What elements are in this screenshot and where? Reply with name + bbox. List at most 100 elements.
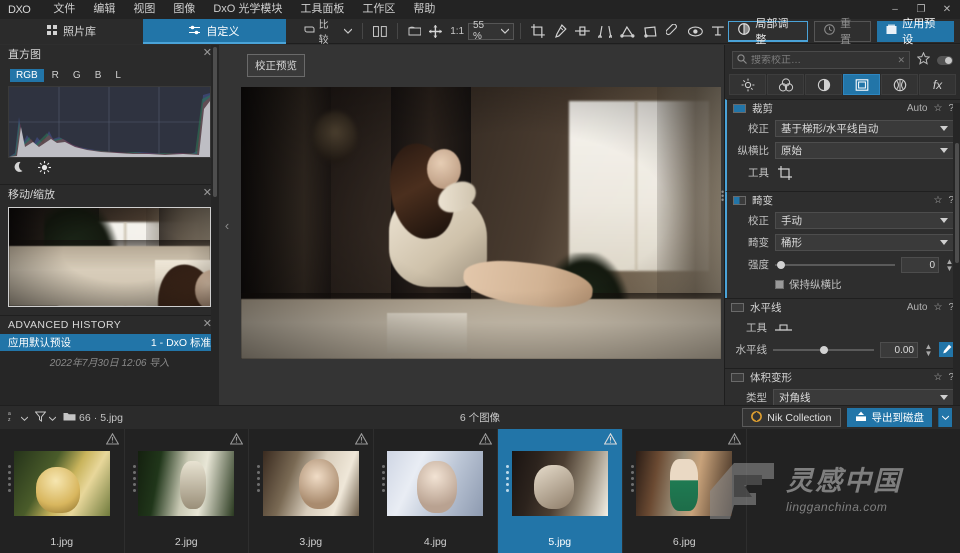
star-icon[interactable]: ☆ [933,302,942,313]
correction-preview-button[interactable]: 校正预览 [247,54,305,77]
sun-icon[interactable] [38,161,51,177]
star-icon[interactable] [916,51,931,68]
nik-collection-button[interactable]: Nik Collection [742,408,841,427]
menu-item-image[interactable]: 图像 [164,0,204,19]
list-item[interactable]: 2.jpg [125,429,249,553]
eye-icon[interactable] [684,22,707,41]
horizon-tool-icon[interactable] [773,320,793,336]
navigator-thumbnail[interactable] [8,207,211,307]
aspect-ratio-select[interactable]: 原始 [775,142,954,159]
sort-control[interactable]: az [8,410,29,425]
horizon-slider[interactable] [773,342,874,358]
star-rating[interactable] [381,465,385,492]
fit-screen-icon[interactable] [404,22,426,41]
list-item[interactable]: 1.jpg [0,429,125,553]
export-to-disk-button[interactable]: 导出到磁盘 [846,408,932,427]
enable-toggle-swatch[interactable] [731,373,744,382]
slider-knob[interactable] [777,260,785,269]
menu-item-file[interactable]: 文件 [44,0,84,19]
auto-label[interactable]: Auto [907,302,928,313]
category-light[interactable] [729,74,766,95]
menu-item-help[interactable]: 帮助 [404,0,444,19]
category-effects[interactable]: fx [919,74,956,95]
category-color[interactable] [767,74,804,95]
field-keep-aspect[interactable]: 保持纵横比 [733,277,954,292]
stepper-icon[interactable]: ▲ ▼ [924,342,933,357]
list-item[interactable]: 3.jpg [249,429,374,553]
list-item[interactable]: 4.jpg [374,429,498,553]
enable-toggle-swatch[interactable] [731,303,744,312]
checkbox-keep-aspect[interactable] [775,280,784,289]
scrollbar-thumb[interactable] [955,143,959,263]
star-rating[interactable] [132,465,136,492]
zoom-ratio-1to1[interactable]: 1:1 [446,22,468,41]
enable-toggle-swatch[interactable] [733,196,746,205]
local-adjustments-button[interactable]: 局部调整 [728,18,809,46]
apply-preset-button[interactable]: 应用预设 [877,18,955,46]
channel-tab-b[interactable]: B [89,69,108,82]
star-icon[interactable]: ☆ [933,195,942,206]
moon-icon[interactable] [12,161,24,177]
thumbnail-image[interactable] [262,451,359,516]
export-options-chevron[interactable] [938,408,952,427]
history-row[interactable]: 应用默认预设 1 - DxO 标准 [0,334,219,351]
category-local[interactable] [881,74,918,95]
section-distortion-header[interactable]: 畸变 ☆ ? [727,192,960,209]
horizon-value[interactable]: 0.00 [880,341,918,358]
list-item[interactable]: 6.jpg [623,429,747,553]
level-icon[interactable] [571,22,594,41]
crop-tool-icon[interactable] [775,165,795,181]
search-correction-box[interactable]: ✕ [732,51,910,69]
section-volume-deform-header[interactable]: 体积变形 ☆ ? [725,369,960,386]
channel-tab-g[interactable]: G [67,69,87,82]
search-input[interactable] [751,54,894,66]
category-detail[interactable] [805,74,842,95]
star-icon[interactable]: ☆ [933,372,942,383]
panel-resize-handle[interactable]: • • • [721,188,724,205]
deform-type-select[interactable]: 对角线 [773,389,954,406]
folder-breadcrumb[interactable]: 66 · 5.jpg [63,411,123,424]
tab-customize[interactable]: 自定义 [142,18,286,44]
chevron-down-icon[interactable] [500,26,510,37]
chevron-down-icon[interactable] [940,240,948,245]
slider-knob[interactable] [819,345,828,354]
thumbnail-image[interactable] [13,451,110,516]
compare-button[interactable]: 比较 [300,20,356,46]
intensity-value[interactable]: 0 [901,256,939,273]
channel-tab-l[interactable]: L [109,69,127,82]
horizon-picker-icon[interactable] [939,342,954,357]
left-panel-scrollbar[interactable] [211,45,219,405]
menu-item-edit[interactable]: 编辑 [84,0,124,19]
perspective-icon[interactable] [594,22,617,41]
section-crop-header[interactable]: 裁剪 Auto ☆ ? [727,100,960,117]
chevron-down-icon[interactable] [940,126,948,131]
viewer-prev-nav[interactable]: ‹ [219,45,235,405]
star-rating[interactable] [257,465,260,492]
thumbnail-image[interactable] [511,451,608,516]
crop-icon[interactable] [527,22,549,41]
tab-photo-library[interactable]: 照片库 [0,18,143,44]
star-rating[interactable] [506,465,509,492]
channel-tab-rgb[interactable]: RGB [10,69,44,82]
clear-search-icon[interactable]: ✕ [897,55,905,66]
intensity-slider[interactable] [775,257,895,273]
list-item-selected[interactable]: 5.jpg [498,429,623,553]
clone-icon[interactable] [662,22,684,41]
distortion-type-select[interactable]: 桶形 [775,234,954,251]
pan-icon[interactable] [425,22,446,41]
chevron-down-icon[interactable] [48,412,57,424]
star-rating[interactable] [630,465,634,492]
perspective-rect-icon[interactable] [639,22,662,41]
chevron-down-icon[interactable] [343,26,353,37]
channel-tab-r[interactable]: R [46,69,65,82]
split-view-icon[interactable] [369,22,391,41]
thumbnail-image[interactable] [138,451,235,516]
enable-toggle-swatch[interactable] [733,104,746,113]
zoom-level-select[interactable]: 55 % [467,20,515,42]
auto-label[interactable]: Auto [907,103,928,114]
reset-button[interactable]: 重置 [814,18,872,46]
eyedropper-icon[interactable] [549,22,571,41]
compare-split-icon[interactable] [707,22,729,41]
chevron-down-icon[interactable] [20,412,29,424]
right-panel-scrollbar[interactable] [953,103,960,405]
